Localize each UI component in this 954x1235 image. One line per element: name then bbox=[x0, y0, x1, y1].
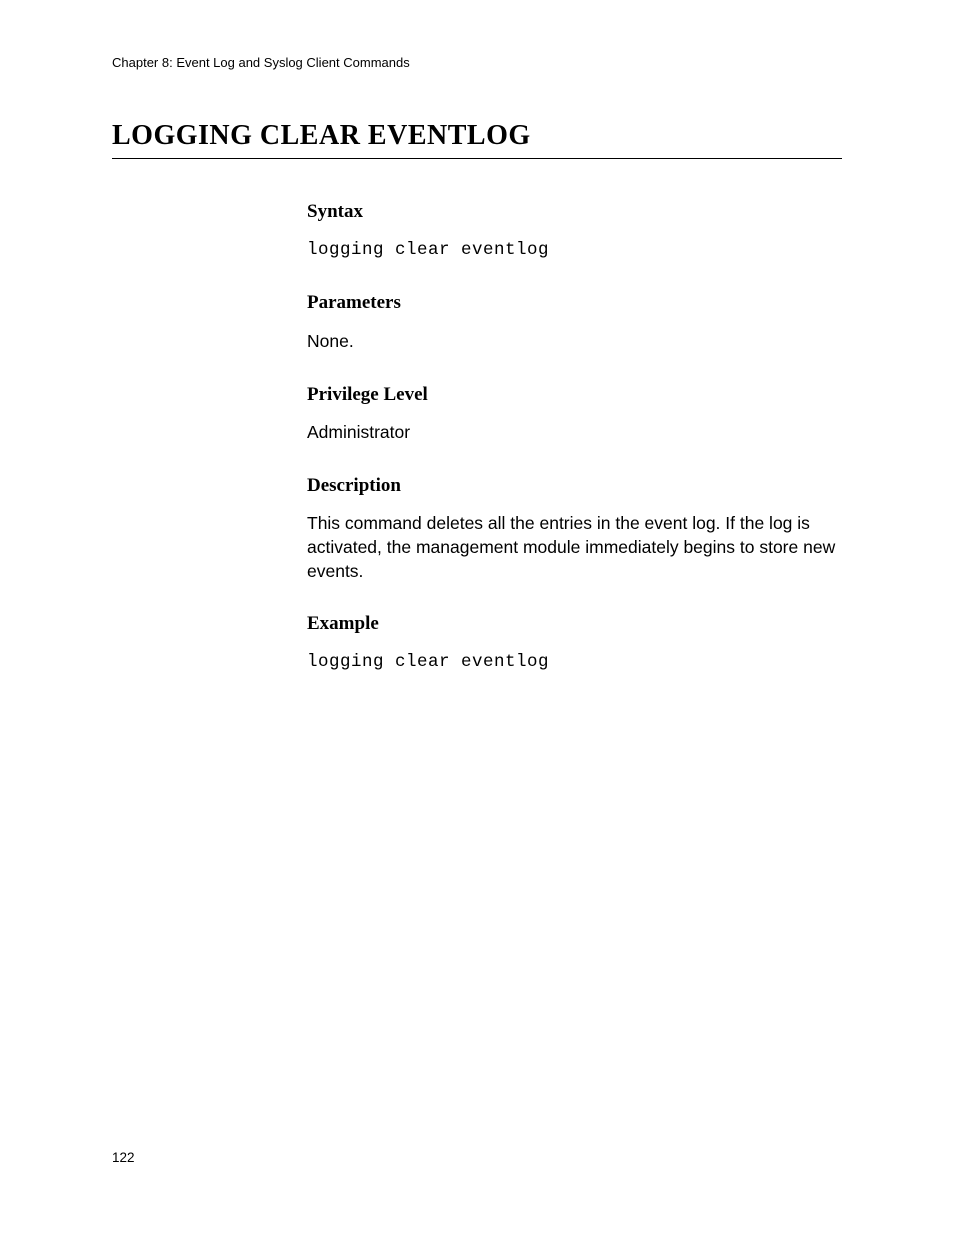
page-title: LOGGING CLEAR EVENTLOG bbox=[112, 120, 842, 159]
privilege-text: Administrator bbox=[307, 421, 842, 445]
page-number: 122 bbox=[112, 1150, 135, 1165]
chapter-header: Chapter 8: Event Log and Syslog Client C… bbox=[112, 55, 842, 70]
section-heading-privilege: Privilege Level bbox=[307, 382, 842, 408]
description-text: This command deletes all the entries in … bbox=[307, 512, 842, 583]
section-heading-example: Example bbox=[307, 611, 842, 637]
section-heading-parameters: Parameters bbox=[307, 290, 842, 316]
syntax-code: logging clear eventlog bbox=[307, 239, 842, 263]
section-heading-syntax: Syntax bbox=[307, 199, 842, 225]
example-code: logging clear eventlog bbox=[307, 651, 842, 675]
document-page: Chapter 8: Event Log and Syslog Client C… bbox=[0, 0, 954, 1235]
section-heading-description: Description bbox=[307, 473, 842, 499]
parameters-text: None. bbox=[307, 330, 842, 354]
content-block: Syntax logging clear eventlog Parameters… bbox=[307, 199, 842, 675]
